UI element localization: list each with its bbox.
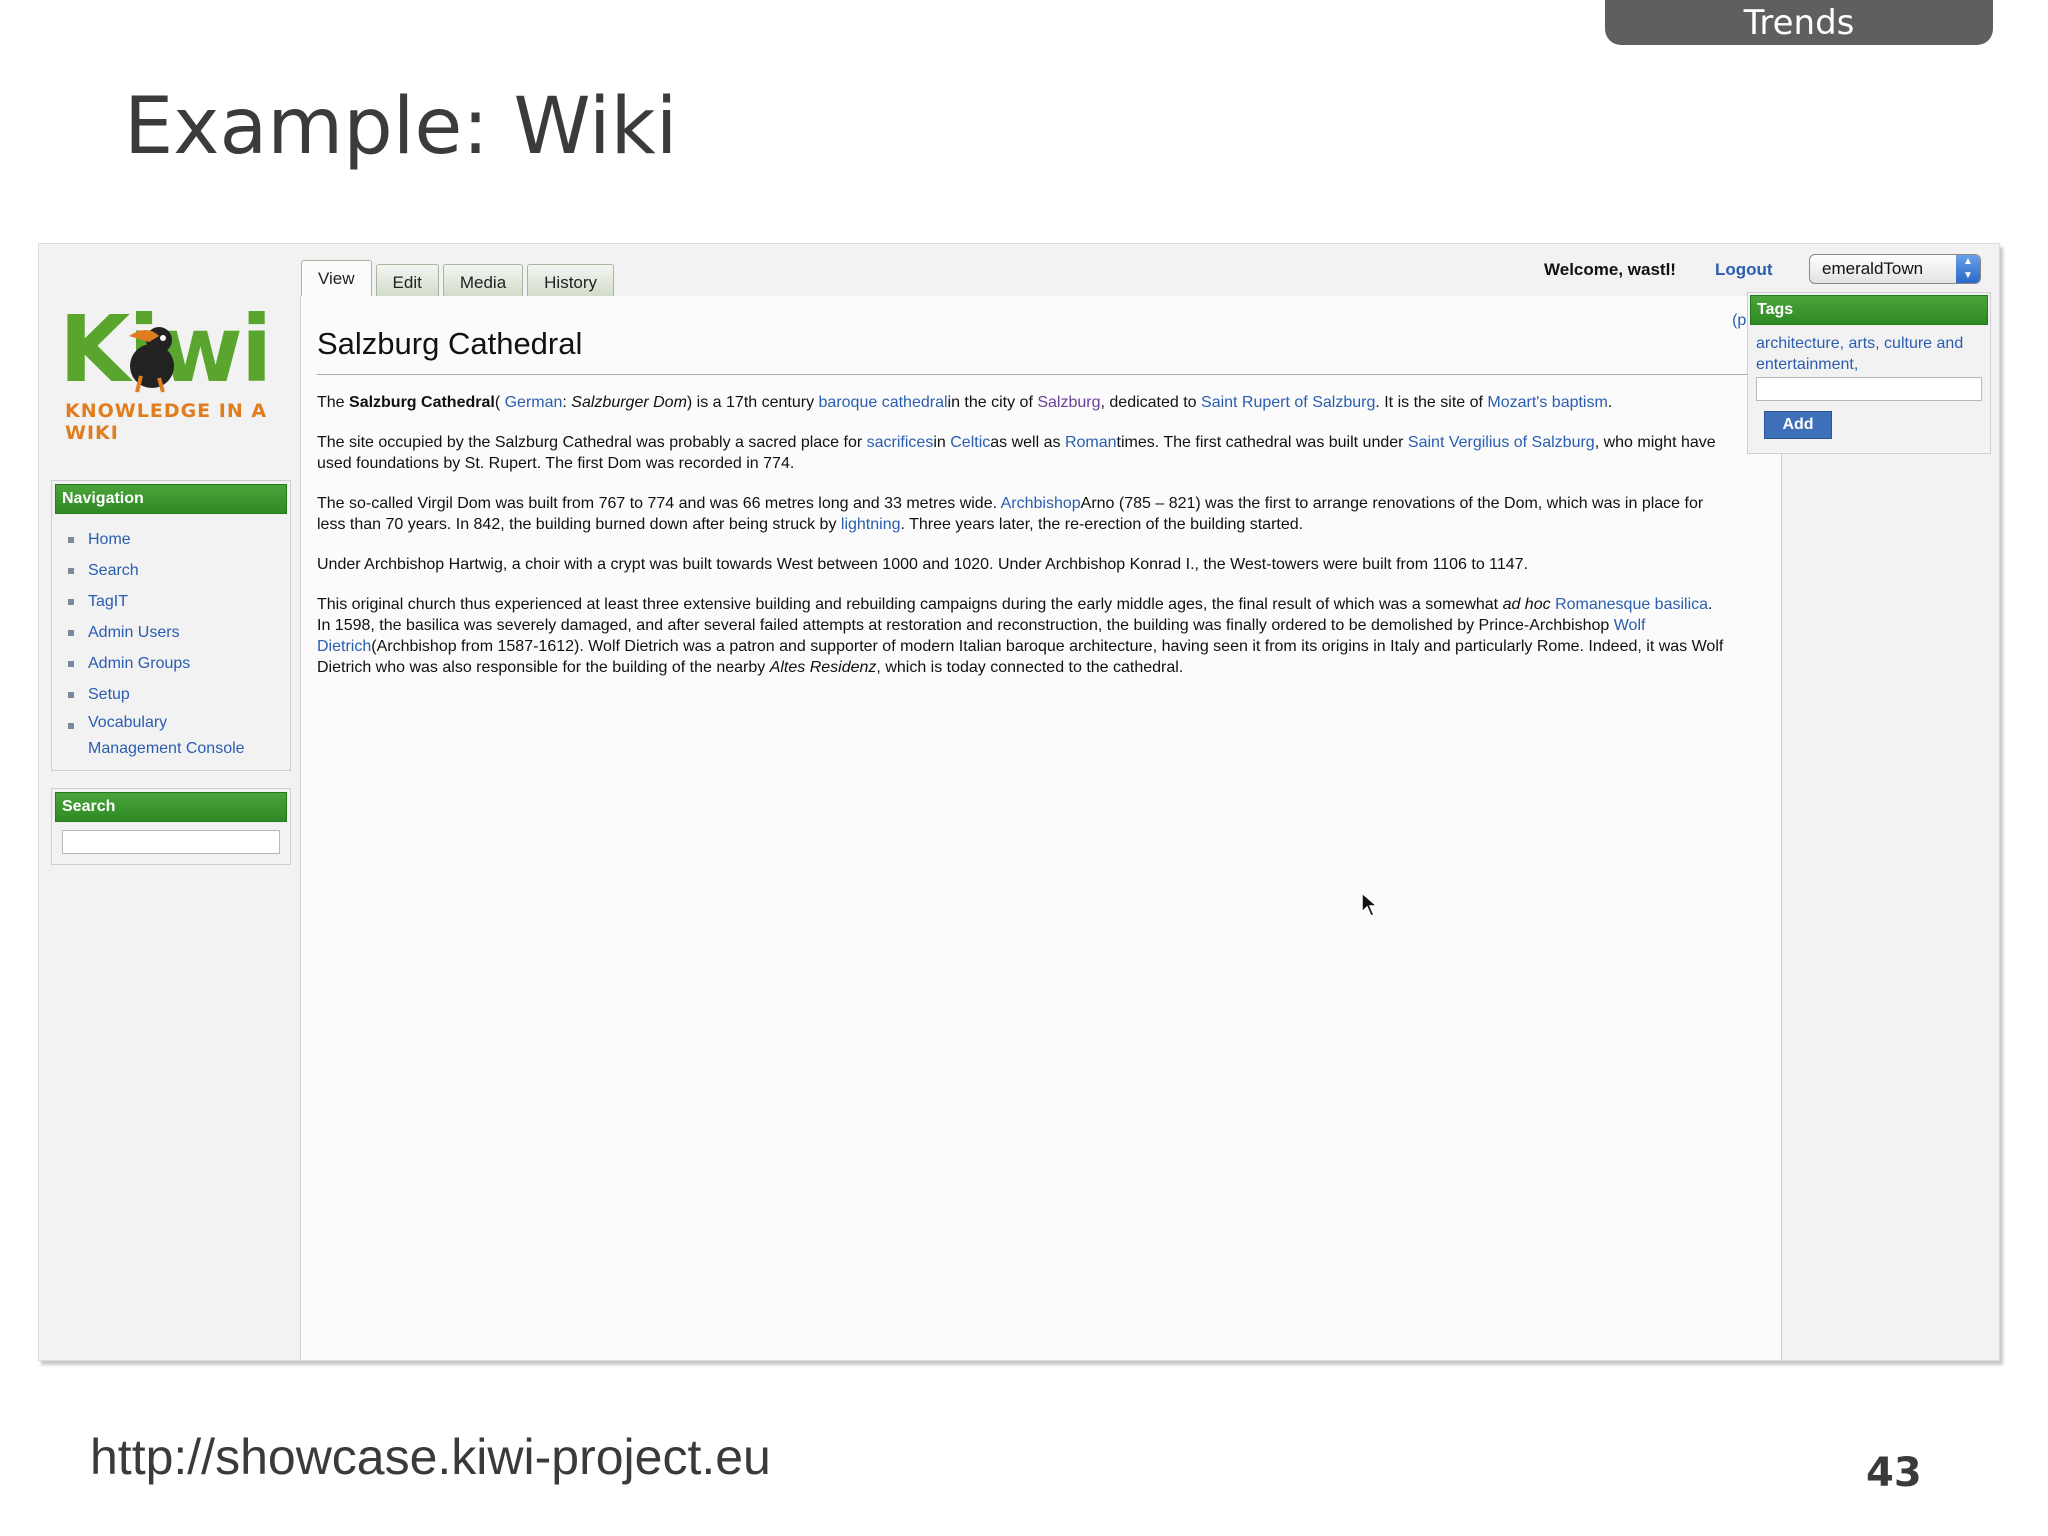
search-panel-title: Search — [55, 792, 287, 822]
tab-view[interactable]: View — [301, 260, 372, 299]
link-mozarts-baptism[interactable]: Mozart's baptism — [1487, 394, 1607, 411]
updown-arrow-icon: ▲ ▼ — [1956, 255, 1980, 283]
tab-edit[interactable]: Edit — [375, 264, 439, 299]
kiwi-logo[interactable]: Kiwi KNOWLEDGE IN A WIKI — [59, 304, 289, 445]
nav-item-home[interactable]: Home — [52, 524, 290, 555]
nav-item-admin-users[interactable]: Admin Users — [52, 617, 290, 648]
slide-number: 43 — [1866, 1450, 1922, 1496]
article-paragraph: This original church thus experienced at… — [317, 596, 1724, 676]
link-saint-rupert[interactable]: Saint Rupert of Salzburg — [1201, 394, 1375, 411]
nav-item-tagit[interactable]: TagIT — [52, 586, 290, 617]
tab-media[interactable]: Media — [442, 264, 524, 299]
navigation-title: Navigation — [55, 484, 287, 514]
slide-url: http://showcase.kiwi-project.eu — [90, 1429, 771, 1485]
link-baroque-cathedral[interactable]: baroque cathedral — [819, 394, 948, 411]
nav-item-setup[interactable]: Setup — [52, 679, 290, 710]
link-archbishop[interactable]: Archbishop — [1001, 495, 1081, 512]
link-celtic[interactable]: Celtic — [950, 434, 990, 451]
tab-history[interactable]: History — [527, 264, 615, 299]
search-input[interactable] — [62, 830, 280, 854]
tags-title: Tags — [1750, 295, 1988, 325]
kiwi-bird-icon — [129, 327, 174, 393]
logout-link[interactable]: Logout — [1715, 260, 1773, 280]
nav-item-search[interactable]: Search — [52, 555, 290, 586]
mouse-cursor-icon — [1361, 892, 1379, 917]
welcome-text: Welcome, wastl! — [1544, 260, 1676, 279]
link-salzburg[interactable]: Salzburg — [1037, 394, 1100, 411]
navigation-panel: Navigation Home Search TagIT Admin Users… — [51, 480, 291, 771]
page-tabs: View Edit Media History — [301, 260, 615, 299]
space-select-value: emeraldTown — [1822, 259, 1924, 278]
slide-title: Example: Wiki — [124, 82, 678, 172]
add-tag-button[interactable]: Add — [1764, 411, 1832, 439]
article-title: Salzburg Cathedral — [317, 326, 583, 361]
article-paragraph: The Salzburg Cathedral( German: Salzburg… — [317, 394, 1613, 411]
article-body: The Salzburg Cathedral( German: Salzburg… — [317, 392, 1727, 697]
navigation-list: Home Search TagIT Admin Users Admin Grou… — [52, 524, 290, 762]
tags-panel: Tags architecture, arts, culture and ent… — [1747, 292, 1991, 454]
link-roman[interactable]: Roman — [1065, 434, 1117, 451]
logo-tagline: KNOWLEDGE IN A WIKI — [65, 400, 268, 444]
link-saint-vergilius[interactable]: Saint Vergilius of Salzburg — [1408, 434, 1595, 451]
tag-input[interactable] — [1756, 377, 1982, 401]
article-paragraph: The site occupied by the Salzburg Cathed… — [317, 434, 1716, 472]
link-lightning[interactable]: lightning — [841, 516, 901, 533]
wiki-screenshot: Kiwi KNOWLEDGE IN A WIKI Navigation Home… — [38, 243, 2000, 1361]
search-panel: Search — [51, 788, 291, 865]
section-tab: Trends — [1605, 0, 1993, 45]
title-divider — [317, 374, 1765, 375]
link-sacrifices[interactable]: sacrifices — [867, 434, 934, 451]
article-area: (pdf) Salzburg Cathedral The Salzburg Ca… — [300, 296, 1782, 1360]
link-german[interactable]: German — [505, 394, 563, 411]
article-paragraph: Under Archbishop Hartwig, a choir with a… — [317, 556, 1529, 573]
article-paragraph: The so-called Virgil Dom was built from … — [317, 495, 1704, 533]
nav-item-admin-groups[interactable]: Admin Groups — [52, 648, 290, 679]
tags-list[interactable]: architecture, arts, culture and entertai… — [1748, 327, 1990, 375]
link-romanesque-basilica[interactable]: Romanesque basilica — [1555, 596, 1708, 613]
space-select[interactable]: emeraldTown ▲ ▼ — [1809, 254, 1981, 284]
nav-item-vocabulary-console[interactable]: Vocabulary Management Console — [52, 710, 258, 762]
